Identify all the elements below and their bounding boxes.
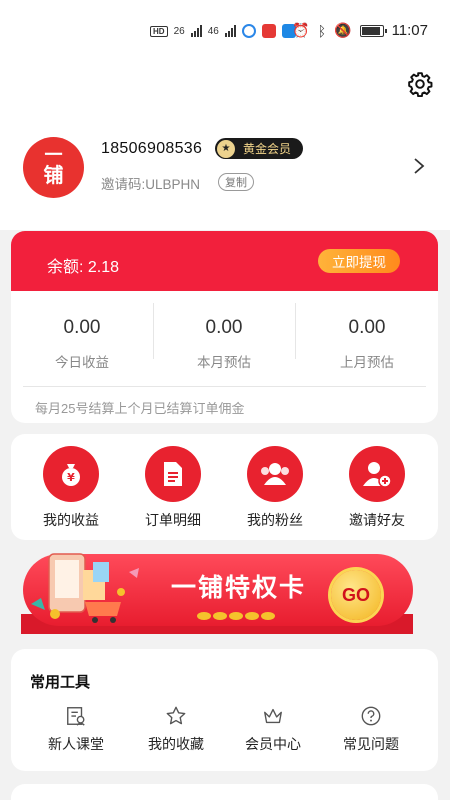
stat-this-month[interactable]: 0.00 本月预估 (153, 303, 295, 371)
next-section-card (11, 784, 438, 800)
privilege-card-banner[interactable]: 一铺特权卡 GO (11, 552, 438, 638)
status-right: ⏰ ᛒ 🔕 11:07 (292, 22, 428, 39)
group-icon (247, 446, 303, 502)
quick-menu: ¥ 我的收益 订单明细 我的粉丝 邀请好友 (11, 434, 438, 540)
tools-title: 常用工具 (30, 674, 91, 691)
common-tools: 常用工具 新人课堂 我的收藏 会员中心 常见问题 (11, 649, 438, 771)
menu-label: 邀请好友 (349, 512, 405, 528)
tool-member-center[interactable]: 会员中心 (233, 705, 313, 754)
chevron-right-icon[interactable] (413, 157, 425, 175)
mute-icon: 🔕 (334, 22, 352, 38)
stat-label: 今日收益 (55, 355, 109, 370)
shopping-illustration-icon (31, 553, 139, 623)
stat-label: 上月预估 (340, 355, 394, 370)
status-bar: HD 26 46 ⏰ ᛒ 🔕 11:07 (0, 0, 450, 66)
money-bag-icon: ¥ (43, 446, 99, 502)
divider (23, 386, 426, 387)
menu-order-details[interactable]: 订单明细 (133, 446, 213, 530)
stat-value: 0.00 (63, 317, 101, 338)
add-user-icon (349, 446, 405, 502)
settings-gear-icon[interactable] (407, 71, 433, 97)
status-left: HD 26 46 (150, 24, 296, 38)
phone-number: 18506908536 (101, 140, 203, 157)
coins-icon (197, 612, 275, 620)
svg-text:¥: ¥ (67, 471, 75, 484)
earnings-stats: 0.00 今日收益 0.00 本月预估 0.00 上月预估 (11, 303, 438, 375)
app-notification-icon (241, 24, 256, 38)
document-icon (145, 446, 201, 502)
balance-header: 余额: 2.18 立即提现 (11, 231, 438, 291)
star-icon (166, 706, 186, 725)
menu-label: 订单明细 (145, 512, 201, 528)
menu-invite-friends[interactable]: 邀请好友 (337, 446, 417, 530)
bluetooth-icon: ᛒ (317, 22, 327, 39)
tool-label: 常见问题 (343, 736, 399, 752)
tool-newbie-class[interactable]: 新人课堂 (36, 705, 116, 754)
tool-label: 我的收藏 (148, 736, 204, 752)
balance-card: 余额: 2.18 立即提现 0.00 今日收益 0.00 本月预估 0.00 上… (11, 231, 438, 423)
stat-value: 0.00 (205, 317, 243, 338)
status-time: 11:07 (391, 22, 428, 39)
avatar[interactable]: 一 铺 (23, 137, 84, 198)
crown-icon (264, 708, 282, 724)
member-star-icon: ★ (217, 139, 235, 158)
menu-label: 我的收益 (43, 512, 99, 528)
signal-icon (190, 25, 202, 37)
stat-today[interactable]: 0.00 今日收益 (11, 303, 153, 371)
signal-label-1: 26 (173, 25, 185, 37)
alarm-icon: ⏰ (292, 22, 310, 38)
copy-button[interactable]: 复制 (218, 173, 254, 191)
withdraw-button[interactable]: 立即提现 (318, 249, 400, 273)
tool-my-favorites[interactable]: 我的收藏 (136, 705, 216, 754)
tool-label: 会员中心 (245, 736, 301, 752)
go-button[interactable]: GO (331, 570, 381, 620)
tool-label: 新人课堂 (48, 736, 104, 752)
signal-icon-2 (224, 25, 236, 37)
tool-faq[interactable]: 常见问题 (331, 705, 411, 754)
menu-my-fans[interactable]: 我的粉丝 (235, 446, 315, 530)
member-badge: ★ 黄金会员 (215, 138, 304, 159)
menu-label: 我的粉丝 (247, 512, 303, 528)
app-notification-icon (261, 24, 276, 38)
settlement-note: 每月25号结算上个月已结算订单佣金 (35, 401, 245, 416)
avatar-text-2: 铺 (43, 164, 64, 187)
battery-icon (359, 24, 387, 37)
balance-amount: 余额: 2.18 (47, 259, 120, 276)
hd-icon: HD (150, 25, 168, 37)
stat-last-month[interactable]: 0.00 上月预估 (296, 303, 438, 371)
classroom-icon (67, 707, 85, 726)
question-icon (361, 706, 381, 726)
avatar-text-1: 一 (44, 144, 63, 165)
menu-my-earnings[interactable]: ¥ 我的收益 (31, 446, 111, 530)
invite-code: 邀请码:ULBPHN (101, 177, 201, 192)
stat-value: 0.00 (348, 317, 386, 338)
stat-label: 本月预估 (197, 355, 251, 370)
banner-title: 一铺特权卡 (171, 574, 307, 602)
member-badge-label: 黄金会员 (243, 142, 292, 156)
signal-label-2: 46 (207, 25, 219, 37)
